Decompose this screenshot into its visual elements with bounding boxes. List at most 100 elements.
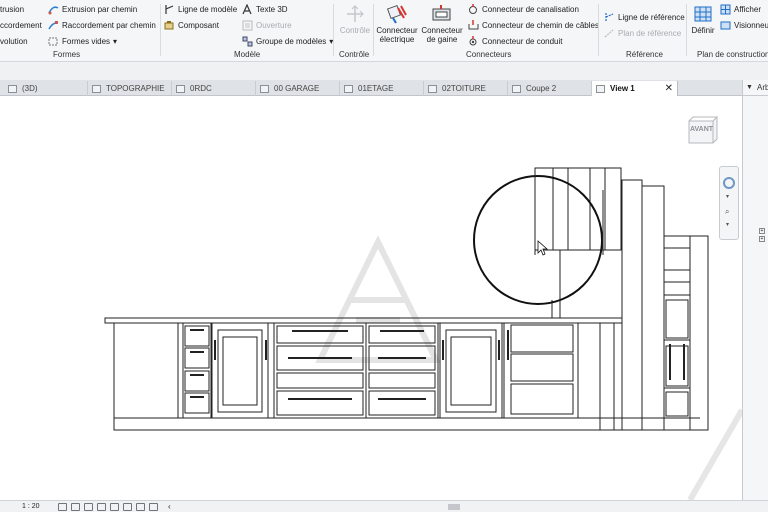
zoom-icon[interactable]: ⌕ [725, 207, 729, 217]
tab-coupe-2[interactable]: Coupe 2 [508, 81, 592, 96]
tab-topographie[interactable]: TOPOGRAPHIE [88, 81, 172, 96]
composant-button[interactable]: Composant [164, 19, 219, 32]
conduit-connector-icon [468, 36, 479, 47]
chevron-down-icon[interactable]: ▾ [726, 221, 729, 228]
model-group-icon [242, 36, 253, 47]
watermark-corner [687, 408, 742, 500]
crop-view-icon[interactable] [110, 503, 119, 511]
scale-label[interactable]: 1 : 20 [22, 503, 40, 510]
tab-label: (3D) [22, 84, 38, 93]
ligne-de-reference-label: Ligne de référence [618, 13, 685, 22]
visual-style-icon[interactable] [71, 503, 80, 511]
section-view-icon [512, 84, 521, 93]
formes-vides-button[interactable]: Formes vides ▾ [48, 35, 117, 48]
reference-line-icon [604, 12, 615, 23]
sun-path-icon[interactable] [84, 503, 93, 511]
connecteur-de-conduit-button[interactable]: Connecteur de conduit [468, 35, 563, 48]
group-label-modele: Modèle [234, 50, 261, 59]
tab-00-garage[interactable]: 00 GARAGE [256, 81, 340, 96]
elevation-drawing [104, 167, 742, 500]
horizontal-scrollbar-thumb[interactable] [448, 504, 460, 510]
ligne-de-modele-button[interactable]: Ligne de modèle [164, 3, 237, 16]
raccordement-par-chemin-button[interactable]: Raccordement par chemin [48, 19, 156, 32]
view-tabs-bar: (3D) TOPOGRAPHIE 0RDC 00 GARAGE 01ETAGE … [0, 80, 768, 96]
view-control-bar: 1 : 20 ‹ [0, 500, 768, 512]
tab-02toiture[interactable]: 02TOITURE [424, 81, 508, 96]
group-label-connecteurs: Connecteurs [466, 50, 512, 59]
show-grid-icon [720, 4, 731, 15]
control-arrows-icon [344, 4, 366, 24]
group-separator [598, 4, 599, 56]
connecteur-electrique-label: Connecteur électrique [376, 26, 418, 44]
plan-view-icon [428, 84, 437, 93]
tab-label: 02TOITURE [442, 84, 486, 93]
connecteur-de-chemin-de-cables-button[interactable]: Connecteur de chemin de câbles [468, 19, 599, 32]
ligne-de-reference-button[interactable]: Ligne de référence [604, 11, 685, 24]
viewcube[interactable]: AVANT [687, 115, 719, 145]
viewcube-face-label: AVANT [690, 126, 714, 133]
chevron-left-icon[interactable]: ‹ [168, 502, 171, 511]
shadows-icon[interactable] [97, 503, 106, 511]
group-separator [686, 4, 687, 56]
connecteur-de-gaine-button[interactable]: Connecteur de gaine [420, 4, 464, 44]
revolution-button[interactable]: volution [0, 35, 28, 48]
plan-view-icon [260, 84, 269, 93]
ouverture-button[interactable]: Ouverture [242, 19, 292, 32]
ouverture-label: Ouverture [256, 21, 292, 30]
definir-button[interactable]: Définir [688, 4, 718, 35]
formes-vides-label: Formes vides [62, 37, 111, 46]
plan-view-icon [344, 84, 353, 93]
revolution-label: volution [0, 37, 28, 46]
texte-3d-button[interactable]: Texte 3D [242, 3, 288, 16]
tab-0rdc[interactable]: 0RDC [172, 81, 256, 96]
controle-button[interactable]: Contrôle [338, 4, 372, 35]
steering-wheel-icon[interactable] [723, 177, 735, 189]
ligne-de-modele-label: Ligne de modèle [178, 5, 238, 14]
chevron-down-icon[interactable]: ▾ [726, 193, 729, 200]
controle-button-label: Contrôle [339, 26, 371, 35]
close-icon[interactable]: ✕ [665, 83, 673, 94]
group-label-controle: Contrôle [339, 50, 370, 59]
navigation-bar[interactable]: ⌕ ▾ ▾ [719, 166, 739, 240]
connecteur-electrique-button[interactable]: Connecteur électrique [376, 4, 418, 44]
extrusion-button[interactable]: trusion [0, 3, 24, 16]
reveal-hidden-icon[interactable] [149, 503, 158, 511]
plan-view-icon [92, 84, 101, 93]
tab-01etage[interactable]: 01ETAGE [340, 81, 424, 96]
expand-icon[interactable]: + [759, 236, 765, 242]
connecteur-de-canalisation-label: Connecteur de canalisation [482, 5, 579, 14]
model-line-icon [164, 4, 175, 15]
tab-label: View 1 [610, 84, 635, 93]
detail-level-icon[interactable] [58, 503, 67, 511]
tab-label: 00 GARAGE [274, 84, 320, 93]
reference-plane-icon [604, 28, 615, 39]
expand-icon[interactable]: + [759, 228, 765, 234]
duct-connector-icon [431, 4, 453, 24]
extrusion-label: trusion [0, 5, 25, 14]
visionneuse-button[interactable]: Visionneu [720, 19, 768, 32]
project-browser-header[interactable]: ▼ Arb [743, 80, 768, 96]
afficher-button[interactable]: Afficher [720, 3, 761, 16]
texte-3d-label: Texte 3D [256, 5, 288, 14]
tab-3d[interactable]: (3D) [4, 81, 88, 96]
tab-view-1[interactable]: View 1 ✕ [592, 81, 678, 96]
void-form-icon [48, 36, 59, 47]
ribbon-gap [0, 62, 768, 80]
groupe-de-modeles-button[interactable]: Groupe de modèles ▾ [242, 35, 333, 48]
tab-label: TOPOGRAPHIE [106, 84, 165, 93]
ribbon: trusion ccordement volution Extrusion pa… [0, 0, 768, 62]
chevron-down-icon: ▼ [746, 84, 753, 91]
electrical-connector-icon [386, 4, 408, 24]
drawing-canvas[interactable]: AVANT ⌕ ▾ ▾ [0, 96, 742, 500]
group-separator [373, 4, 374, 56]
plan-de-reference-button[interactable]: Plan de référence [604, 27, 681, 40]
temporary-hide-icon[interactable] [136, 503, 145, 511]
plan-de-reference-label: Plan de référence [618, 29, 682, 38]
raccordement-button[interactable]: ccordement [0, 19, 42, 32]
viewer-icon [720, 20, 731, 31]
extrusion-par-chemin-button[interactable]: Extrusion par chemin [48, 3, 137, 16]
connecteur-de-conduit-label: Connecteur de conduit [482, 37, 563, 46]
connecteur-de-canalisation-button[interactable]: Connecteur de canalisation [468, 3, 579, 16]
group-separator [160, 4, 161, 56]
show-crop-icon[interactable] [123, 503, 132, 511]
